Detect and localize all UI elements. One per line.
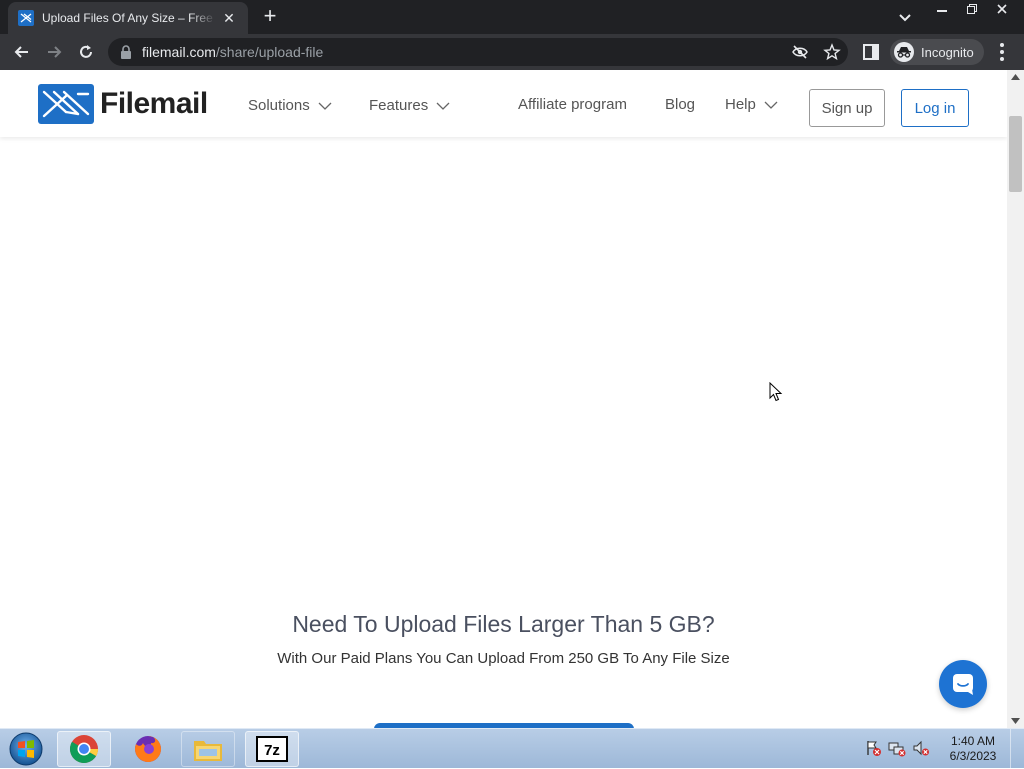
signup-button[interactable]: Sign up [809,89,885,127]
nav-help-label: Help [725,96,756,113]
taskbar-firefox[interactable] [121,731,175,767]
nav-features[interactable]: Features [369,97,450,114]
file-explorer-icon [194,741,222,761]
taskbar-7zip[interactable]: 7z [245,731,299,767]
chevron-down-icon [764,101,778,109]
promo-title: Need To Upload Files Larger Than 5 GB? [292,611,715,637]
filemail-favicon-icon [18,10,34,26]
nav-affiliate-program[interactable]: Affiliate program [518,96,627,113]
nav-solutions[interactable]: Solutions [248,97,332,114]
window-controls [926,0,1016,18]
mouse-cursor-icon [769,382,783,402]
incognito-label: Incognito [921,44,974,60]
minimize-icon[interactable] [928,0,956,18]
page-viewport: Filemail Solutions Features Affiliate pr… [0,70,1007,728]
scroll-down-icon[interactable] [1011,718,1020,724]
nav-affiliate-label: Affiliate program [518,96,627,113]
reload-icon[interactable] [74,40,98,64]
lock-icon[interactable] [120,45,132,59]
chrome-icon [70,735,98,763]
tab-close-icon[interactable]: ✕ [220,10,238,27]
back-icon[interactable] [10,40,34,64]
chevron-down-icon [436,102,450,110]
url-path: /share/upload-file [215,44,324,60]
login-button[interactable]: Log in [901,89,969,127]
browser-menu-icon[interactable] [994,42,1010,62]
side-panel-icon[interactable] [862,43,880,61]
clock-time: 1:40 AM [950,734,996,748]
new-tab-button[interactable]: + [258,4,282,28]
clock-date: 6/3/2023 [949,749,997,763]
network-icon[interactable] [888,739,906,757]
promo-subtitle: With Our Paid Plans You Can Upload From … [277,650,730,667]
start-button[interactable] [6,731,46,767]
taskbar-chrome[interactable] [57,731,111,767]
chat-icon [953,674,973,695]
system-tray [864,739,936,757]
forward-icon[interactable] [42,40,66,64]
scrollbar-thumb[interactable] [1009,116,1022,192]
nav-solutions-label: Solutions [248,97,310,114]
close-window-icon[interactable] [988,0,1016,18]
firefox-icon [135,736,161,762]
nav-features-label: Features [369,97,429,114]
address-bar[interactable]: filemail.com/share/upload-file [108,38,848,66]
url-text[interactable]: filemail.com/share/upload-file [142,44,323,60]
tab-search-chevron-icon[interactable] [894,6,916,28]
scroll-up-icon[interactable] [1011,74,1020,80]
tab-title: Upload Files Of Any Size – Free Upload [42,11,216,25]
windows-taskbar: 7z 1:40 AM 6/3/2023 [0,728,1024,769]
incognito-badge[interactable]: Incognito [890,39,984,65]
windows-logo-icon [9,732,43,766]
bookmark-star-icon[interactable] [823,43,841,61]
site-header: Filemail Solutions Features Affiliate pr… [0,70,1007,137]
browser-titlebar: Upload Files Of Any Size – Free Upload ✕… [0,0,1024,34]
nav-blog[interactable]: Blog [665,96,695,113]
action-center-flag-icon[interactable] [864,739,882,757]
url-host: filemail.com [142,44,216,60]
7zip-icon: 7z [256,736,288,762]
chat-launcher-button[interactable] [939,660,987,708]
page-scrollbar[interactable] [1007,70,1024,728]
browser-tab[interactable]: Upload Files Of Any Size – Free Upload ✕ [8,2,248,34]
show-desktop-button[interactable] [1010,729,1024,769]
svg-text:7z: 7z [264,742,280,759]
nav-blog-label: Blog [665,96,696,113]
incognito-icon [894,42,914,62]
eye-slash-icon[interactable] [791,43,809,61]
chevron-down-icon [318,102,332,110]
taskbar-file-explorer[interactable] [181,731,235,767]
restore-icon[interactable] [958,0,986,18]
nav-help[interactable]: Help [725,96,778,113]
filemail-logo-icon [38,84,94,124]
taskbar-clock[interactable]: 1:40 AM 6/3/2023 [940,734,1006,764]
filemail-logo[interactable]: Filemail [38,84,208,124]
volume-muted-icon[interactable] [912,739,930,757]
logo-text: Filemail [100,87,208,120]
browser-toolbar: filemail.com/share/upload-file Incognito [0,34,1024,70]
